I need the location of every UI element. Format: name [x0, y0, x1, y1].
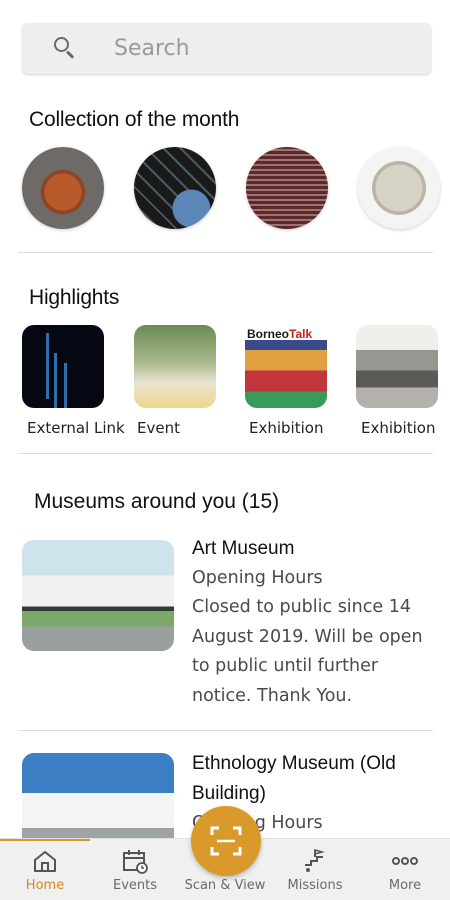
- opening-hours-label: Opening Hours: [192, 568, 323, 588]
- tab-label: Missions: [287, 878, 343, 893]
- collection-item-beaded-textile[interactable]: [134, 147, 216, 229]
- highlight-label: Exhibition: [249, 419, 324, 437]
- search-icon: [54, 36, 78, 61]
- museums-title: Museums around you (15): [34, 490, 280, 513]
- tab-events[interactable]: Events: [90, 847, 180, 893]
- museum-name: Art Museum: [192, 538, 295, 559]
- active-tab-indicator: [0, 839, 90, 841]
- collection-item-basket[interactable]: [22, 147, 104, 229]
- highlight-event-tile[interactable]: [134, 325, 216, 408]
- scan-icon: [210, 826, 242, 856]
- tab-label: Events: [112, 878, 157, 893]
- collection-item-vessel[interactable]: [358, 147, 440, 229]
- museum-photo: [22, 540, 174, 651]
- highlight-external-link-tile[interactable]: [22, 325, 104, 408]
- collection-title: Collection of the month: [29, 108, 240, 131]
- highlight-exhibition-tile[interactable]: [356, 325, 438, 408]
- tab-label: Scan & View: [184, 878, 266, 893]
- tab-home[interactable]: Home: [0, 847, 90, 893]
- home-icon: [34, 851, 56, 872]
- tab-label: Home: [25, 878, 65, 893]
- highlight-label: Event: [137, 419, 180, 437]
- highlight-label: Exhibition: [361, 419, 436, 437]
- missions-icon: [305, 848, 325, 872]
- tab-more[interactable]: More: [360, 847, 450, 893]
- highlight-label: External Link: [27, 419, 125, 437]
- collection-item-woven-textile[interactable]: [246, 147, 328, 229]
- calendar-icon: [123, 850, 148, 874]
- tab-missions[interactable]: Missions: [270, 847, 360, 893]
- scan-button[interactable]: [191, 806, 261, 876]
- highlight-exhibition-tile[interactable]: BorneoTalk: [245, 325, 327, 408]
- search-input[interactable]: [114, 36, 414, 61]
- search-bar[interactable]: [22, 23, 431, 74]
- divider: [18, 252, 433, 253]
- more-icon: [392, 857, 418, 865]
- divider: [18, 453, 433, 454]
- museum-status: Closed to public since 14 August 2019. W…: [192, 597, 423, 706]
- collection-carousel[interactable]: [22, 147, 440, 229]
- tab-label: More: [388, 878, 422, 893]
- divider: [18, 730, 433, 731]
- borneo-talk-logo: BorneoTalk: [247, 327, 313, 341]
- museum-name: Ethnology Museum (Old Building): [192, 753, 396, 804]
- highlights-title: Highlights: [29, 286, 120, 309]
